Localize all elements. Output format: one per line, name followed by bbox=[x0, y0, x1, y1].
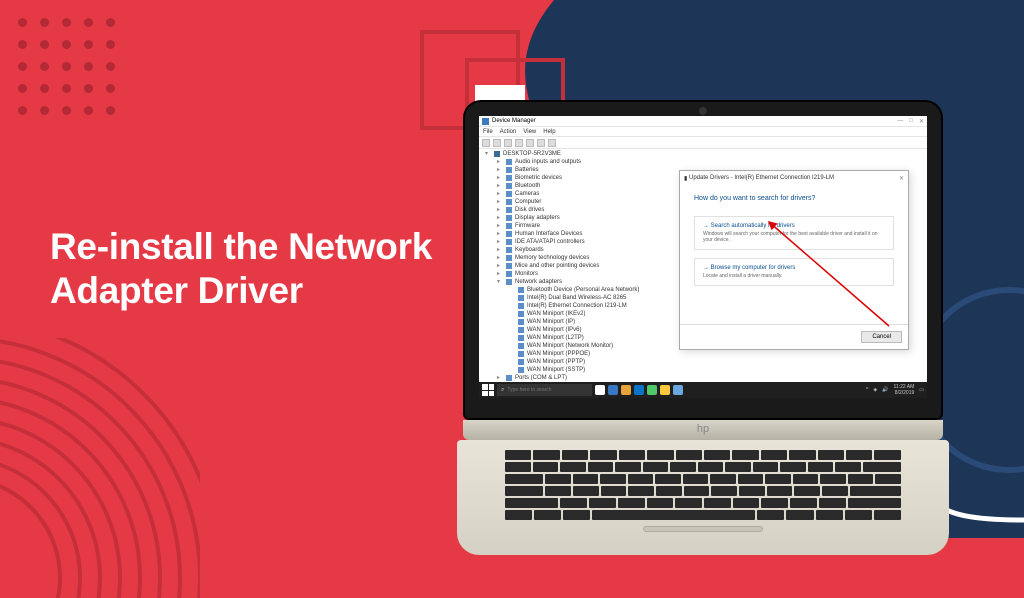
option1-title: Search automatically for drivers bbox=[703, 223, 885, 229]
tree-item[interactable]: ▸Mice and other pointing devices bbox=[483, 262, 683, 270]
toolbar-back-icon[interactable] bbox=[482, 139, 490, 147]
taskbar-search[interactable]: ⌕ bbox=[497, 384, 592, 396]
tree-item[interactable]: ▸Display adapters bbox=[483, 214, 683, 222]
decorative-lines bbox=[0, 338, 200, 598]
store-icon[interactable] bbox=[647, 385, 657, 395]
toolbar-properties-icon[interactable] bbox=[504, 139, 512, 147]
tree-item[interactable]: ▸Ports (COM & LPT) bbox=[483, 374, 683, 382]
toolbar-uninstall-icon[interactable] bbox=[537, 139, 545, 147]
laptop-brand-label: hp bbox=[463, 420, 943, 440]
tree-item[interactable]: ▸Cameras bbox=[483, 190, 683, 198]
tray-network-icon[interactable]: ◈ bbox=[873, 387, 877, 393]
search-icon: ⌕ bbox=[501, 387, 504, 394]
trackpad bbox=[643, 526, 763, 532]
tray-up-icon[interactable]: ^ bbox=[866, 387, 868, 393]
tree-item[interactable]: ▸Keyboards bbox=[483, 246, 683, 254]
tree-item[interactable]: ▸Firmware bbox=[483, 222, 683, 230]
tree-item[interactable]: ▸Memory technology devices bbox=[483, 254, 683, 262]
tree-item[interactable]: ▸Batteries bbox=[483, 166, 683, 174]
menu-view[interactable]: View bbox=[523, 129, 536, 135]
notifications-icon[interactable]: ▭ bbox=[919, 387, 924, 393]
tree-item[interactable]: ▸Biometric devices bbox=[483, 174, 683, 182]
tree-item[interactable]: WAN Miniport (Network Monitor) bbox=[483, 342, 683, 350]
window-titlebar: Device Manager — □ ✕ bbox=[479, 116, 927, 127]
decorative-dots: // will be populated below in generic sc… bbox=[18, 18, 138, 138]
tree-item[interactable]: WAN Miniport (IKEv2) bbox=[483, 310, 683, 318]
page-heading: Re-install the Network Adapter Driver bbox=[50, 225, 432, 314]
tree-item[interactable]: WAN Miniport (PPPOE) bbox=[483, 350, 683, 358]
dialog-question: How do you want to search for drivers? bbox=[694, 195, 894, 202]
start-button[interactable] bbox=[482, 384, 494, 396]
device-manager-taskbar-icon[interactable] bbox=[673, 385, 683, 395]
dialog-close-button[interactable]: ✕ bbox=[899, 175, 904, 182]
tree-item[interactable]: ▸Human Interface Devices bbox=[483, 230, 683, 238]
dialog-title: Update Drivers - Intel(R) Ethernet Conne… bbox=[689, 175, 834, 181]
tree-item[interactable]: ▸Bluetooth bbox=[483, 182, 683, 190]
tree-item[interactable]: Intel(R) Ethernet Connection I219-LM bbox=[483, 302, 683, 310]
file-explorer-icon[interactable] bbox=[621, 385, 631, 395]
webcam-icon bbox=[699, 107, 707, 115]
task-view-icon[interactable] bbox=[608, 385, 618, 395]
menu-action[interactable]: Action bbox=[500, 129, 517, 135]
tree-item[interactable]: WAN Miniport (IPv6) bbox=[483, 326, 683, 334]
option2-title: Browse my computer for drivers bbox=[703, 265, 885, 271]
edge-icon[interactable] bbox=[634, 385, 644, 395]
tree-item[interactable]: ▸Audio inputs and outputs bbox=[483, 158, 683, 166]
tree-item[interactable]: WAN Miniport (PPTP) bbox=[483, 358, 683, 366]
toolbar-scan-icon[interactable] bbox=[548, 139, 556, 147]
toolbar bbox=[479, 137, 927, 149]
windows-taskbar: ⌕ ^ ◈ 🔊 11:22 AM 8/2/2019 bbox=[479, 382, 927, 398]
tree-item[interactable]: Intel(R) Dual Band Wireless-AC 8265 bbox=[483, 294, 683, 302]
toolbar-forward-icon[interactable] bbox=[493, 139, 501, 147]
tree-item[interactable]: Bluetooth Device (Personal Area Network) bbox=[483, 286, 683, 294]
search-input[interactable] bbox=[507, 387, 577, 393]
heading-line1: Re-install the Network bbox=[50, 225, 432, 269]
update-drivers-dialog: ▮ Update Drivers - Intel(R) Ethernet Con… bbox=[679, 170, 909, 350]
laptop-screen: Device Manager — □ ✕ File Action View He… bbox=[479, 116, 927, 398]
window-title: Device Manager bbox=[492, 118, 536, 124]
menu-file[interactable]: File bbox=[483, 129, 493, 135]
tree-item[interactable]: WAN Miniport (L2TP) bbox=[483, 334, 683, 342]
heading-line2: Adapter Driver bbox=[50, 269, 432, 313]
cancel-button[interactable]: Cancel bbox=[861, 331, 902, 343]
menu-help[interactable]: Help bbox=[543, 129, 555, 135]
option2-desc: Locate and install a driver manually. bbox=[703, 273, 885, 279]
close-button[interactable]: ✕ bbox=[919, 118, 924, 125]
device-tree[interactable]: ▾ DESKTOP-5R2V3ME ▸Audio inputs and outp… bbox=[483, 150, 683, 398]
tree-item[interactable]: ▸IDE ATA/ATAPI controllers bbox=[483, 238, 683, 246]
option-browse-computer[interactable]: Browse my computer for drivers Locate an… bbox=[694, 258, 894, 286]
clock-date: 8/2/2019 bbox=[894, 390, 915, 396]
cortana-icon[interactable] bbox=[595, 385, 605, 395]
tree-item[interactable]: WAN Miniport (IP) bbox=[483, 318, 683, 326]
laptop-mockup: Device Manager — □ ✕ File Action View He… bbox=[463, 100, 943, 555]
toolbar-refresh-icon[interactable] bbox=[515, 139, 523, 147]
tree-item[interactable]: ▾Network adapters bbox=[483, 278, 683, 286]
tree-item[interactable]: ▸Monitors bbox=[483, 270, 683, 278]
toolbar-update-icon[interactable] bbox=[526, 139, 534, 147]
app-icon bbox=[482, 118, 489, 125]
minimize-button[interactable]: — bbox=[897, 118, 903, 125]
tree-root-label: DESKTOP-5R2V3ME bbox=[503, 150, 561, 158]
tree-item[interactable]: ▸Computer bbox=[483, 198, 683, 206]
option-search-automatically[interactable]: Search automatically for drivers Windows… bbox=[694, 216, 894, 250]
option1-desc: Windows will search your computer for th… bbox=[703, 231, 885, 243]
tree-item[interactable]: ▸Disk drives bbox=[483, 206, 683, 214]
menu-bar: File Action View Help bbox=[479, 127, 927, 137]
tray-volume-icon[interactable]: 🔊 bbox=[882, 387, 888, 393]
tree-item[interactable]: WAN Miniport (SSTP) bbox=[483, 366, 683, 374]
app-icon-2[interactable] bbox=[660, 385, 670, 395]
maximize-button[interactable]: □ bbox=[909, 118, 913, 125]
